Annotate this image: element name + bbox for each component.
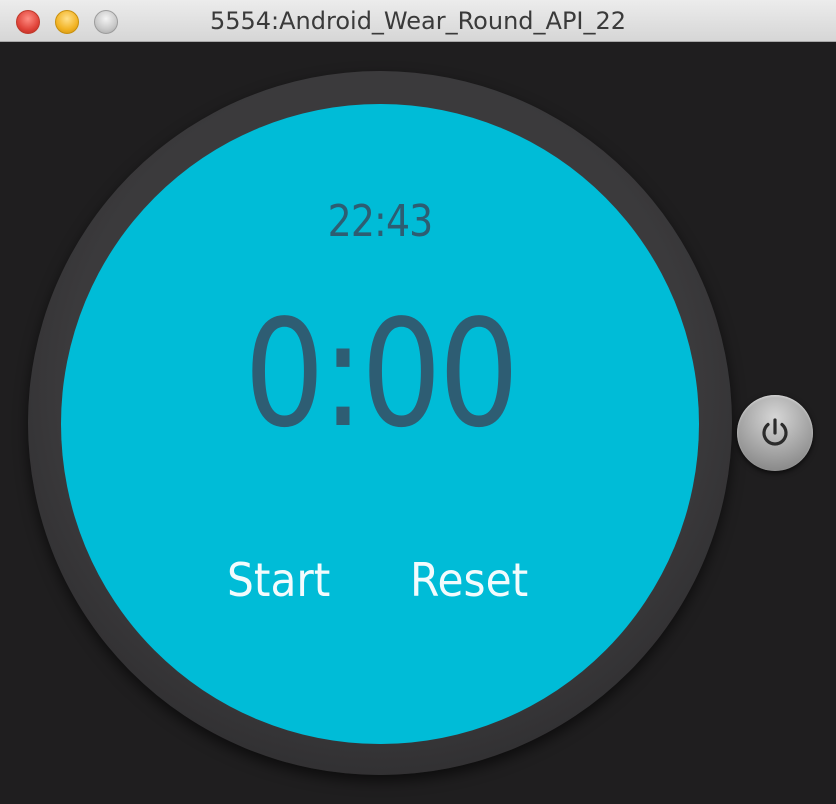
title-bar[interactable]: 5554:Android_Wear_Round_API_22	[0, 0, 836, 42]
power-icon	[762, 418, 788, 446]
reset-button[interactable]: Reset	[410, 550, 528, 610]
stopwatch-display: 0:00	[243, 288, 520, 460]
power-button[interactable]	[737, 395, 813, 471]
watch-screen[interactable]: 22:43 0:00 Start Reset	[61, 104, 699, 744]
window-title: 5554:Android_Wear_Round_API_22	[209, 7, 627, 35]
clock-time: 22:43	[327, 196, 434, 247]
start-button[interactable]: Start	[227, 550, 330, 610]
emulator-window: 5554:Android_Wear_Round_API_22 22:43 0:0…	[0, 0, 836, 804]
